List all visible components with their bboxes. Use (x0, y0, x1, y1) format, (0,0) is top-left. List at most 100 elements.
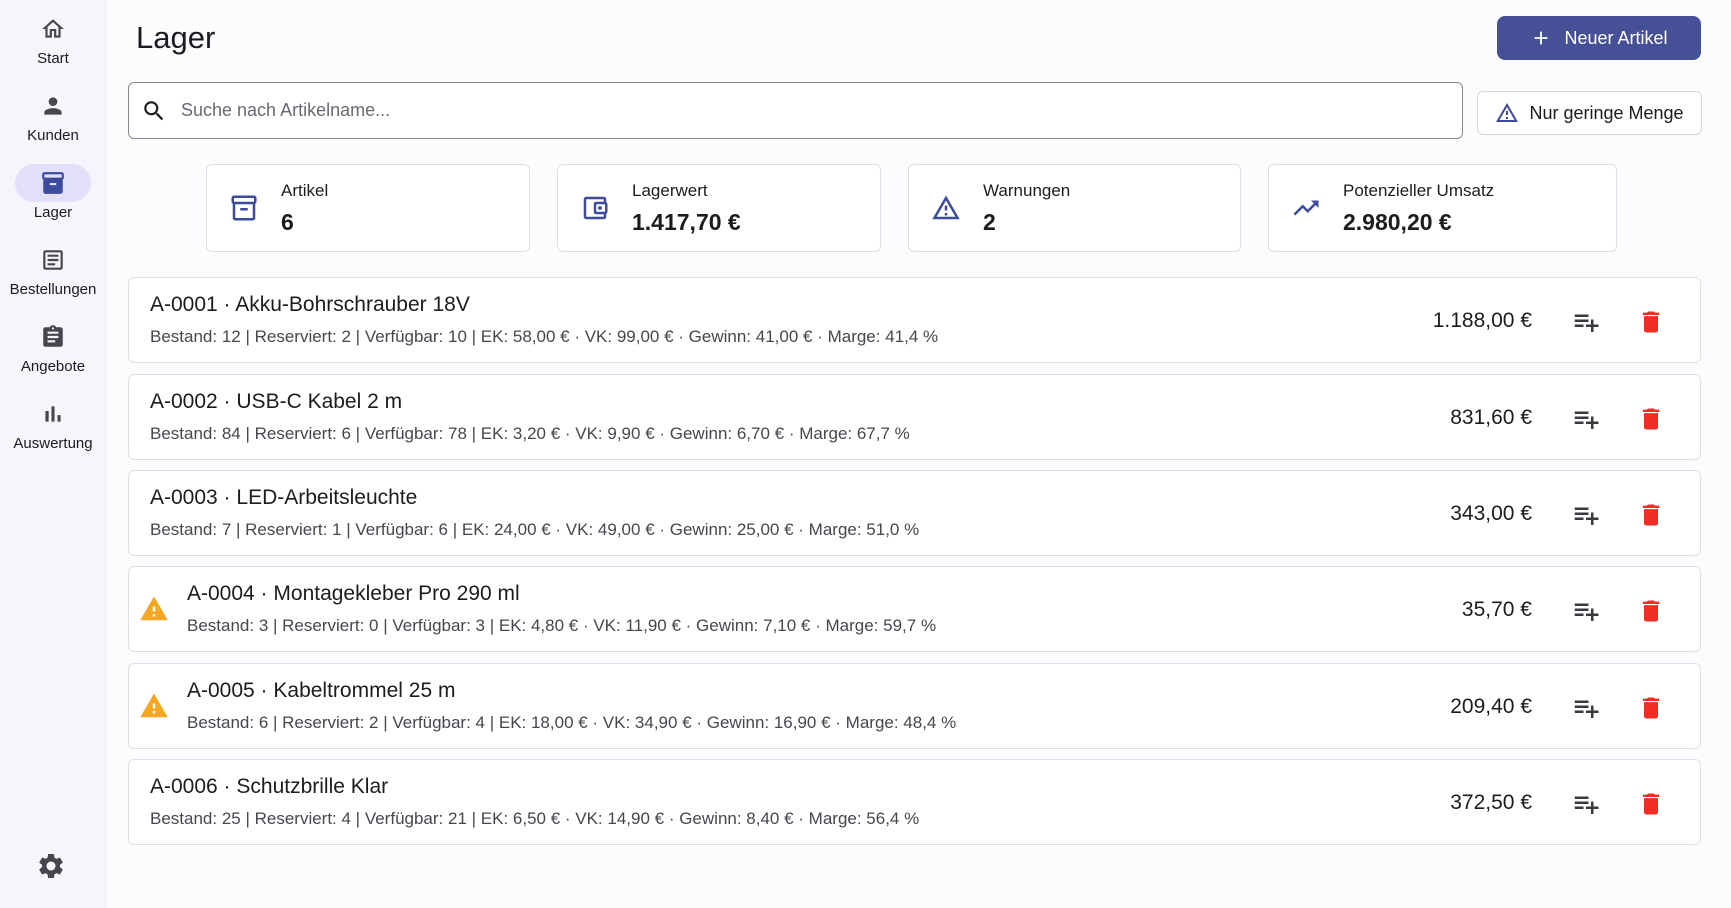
article-title: A-0001 · Akku-Bohrschrauber 18V (150, 293, 470, 317)
stat-value: 6 (281, 208, 294, 235)
article-name: Montagekleber Pro 290 ml (273, 582, 520, 605)
add-to-list-icon[interactable] (1569, 305, 1603, 339)
article-name: LED-Arbeitsleuchte (236, 486, 418, 509)
title-separator: · (217, 390, 237, 413)
article-meta: Bestand: 3 | Reserviert: 0 | Verfügbar: … (187, 616, 937, 635)
sidebar-item-label: Start (37, 50, 69, 67)
article-row[interactable]: A-0002 · USB-C Kabel 2 m Bestand: 84 | Re… (128, 374, 1701, 460)
sidebar-item-label: Auswertung (13, 435, 93, 452)
title-separator: · (254, 582, 274, 605)
article-total: 1.188,00 € (1432, 309, 1532, 332)
sidebar-item-label: Angebote (20, 358, 86, 375)
title-separator: · (217, 293, 236, 316)
stat-value: 2 (983, 208, 996, 235)
delete-icon[interactable] (1634, 402, 1668, 436)
article-name: USB-C Kabel 2 m (236, 390, 403, 413)
receipt-icon (15, 241, 91, 279)
title-separator: · (254, 679, 274, 702)
warning-icon (139, 691, 169, 721)
article-title: A-0006 · Schutzbrille Klar (150, 775, 388, 799)
sidebar-item-auswertung[interactable]: Auswertung (0, 395, 106, 465)
stat-label: Artikel (281, 180, 329, 200)
add-to-list-icon[interactable] (1569, 498, 1603, 532)
sidebar-item-lager[interactable]: Lager (0, 164, 106, 234)
warning-icon (139, 594, 169, 624)
home-icon (15, 10, 91, 48)
app-window: Start Kunden Lager Bestellungen Angebote (0, 0, 1731, 908)
article-row[interactable]: A-0004 · Montagekleber Pro 290 ml Bestand… (128, 566, 1701, 652)
stat-value: 1.417,70 € (632, 208, 741, 235)
trending-up-icon (1291, 193, 1321, 223)
sidebar-item-bestellungen[interactable]: Bestellungen (0, 241, 106, 311)
article-total: 831,60 € (1450, 406, 1532, 429)
title-separator: · (217, 775, 237, 798)
low-stock-filter-button[interactable]: Nur geringe Menge (1477, 91, 1702, 135)
article-id: A-0002 (150, 390, 218, 413)
article-title: A-0002 · USB-C Kabel 2 m (150, 390, 402, 414)
sidebar-item-label: Bestellungen (9, 281, 97, 298)
delete-icon[interactable] (1634, 787, 1668, 821)
article-id: A-0001 (150, 293, 218, 316)
stat-card-warnings: Warnungen 2 (908, 164, 1241, 252)
article-title: A-0004 · Montagekleber Pro 290 ml (187, 582, 520, 606)
person-icon (15, 87, 91, 125)
stat-value: 2.980,20 € (1343, 208, 1452, 235)
article-row[interactable]: A-0001 · Akku-Bohrschrauber 18V Bestand: … (128, 277, 1701, 363)
sidebar-item-start[interactable]: Start (0, 10, 106, 80)
article-meta: Bestand: 6 | Reserviert: 2 | Verfügbar: … (187, 713, 957, 732)
add-to-list-icon[interactable] (1569, 787, 1603, 821)
article-id: A-0004 (187, 582, 255, 605)
delete-icon[interactable] (1634, 691, 1668, 725)
plus-icon (1535, 31, 1548, 45)
sidebar-item-label: Lager (33, 204, 73, 221)
inventory-icon (15, 164, 91, 202)
article-title: A-0003 · LED-Arbeitsleuchte (150, 486, 417, 510)
article-id: A-0006 (150, 775, 218, 798)
add-to-list-icon[interactable] (1569, 402, 1603, 436)
article-meta: Bestand: 12 | Reserviert: 2 | Verfügbar:… (150, 327, 939, 346)
article-total: 209,40 € (1450, 695, 1532, 718)
delete-icon[interactable] (1634, 305, 1668, 339)
stat-label: Potenzieller Umsatz (1343, 180, 1495, 200)
stat-label: Lagerwert (632, 180, 708, 200)
clipboard-icon (15, 318, 91, 356)
article-total: 343,00 € (1450, 502, 1532, 525)
article-row[interactable]: A-0003 · LED-Arbeitsleuchte Bestand: 7 | … (128, 470, 1701, 556)
search-input[interactable] (181, 100, 1431, 121)
search-icon (144, 100, 164, 120)
search-field[interactable] (128, 82, 1463, 139)
article-row[interactable]: A-0006 · Schutzbrille Klar Bestand: 25 | … (128, 759, 1701, 845)
warning-icon (1496, 103, 1519, 122)
stat-card-articles: Artikel 6 (206, 164, 530, 252)
add-to-list-icon[interactable] (1569, 691, 1603, 725)
bar-chart-icon (15, 395, 91, 433)
wallet-icon (580, 193, 610, 223)
delete-icon[interactable] (1634, 594, 1668, 628)
stat-card-stock-value: Lagerwert 1.417,70 € (557, 164, 881, 252)
article-name: Akku-Bohrschrauber 18V (235, 293, 470, 316)
new-article-button[interactable]: Neuer Artikel (1497, 16, 1701, 60)
low-stock-filter-label: Nur geringe Menge (1529, 102, 1684, 123)
article-row[interactable]: A-0005 · Kabeltrommel 25 m Bestand: 6 | R… (128, 663, 1701, 749)
title-separator: · (217, 486, 237, 509)
article-title: A-0005 · Kabeltrommel 25 m (187, 679, 455, 703)
article-id: A-0005 (187, 679, 255, 702)
article-meta: Bestand: 84 | Reserviert: 6 | Verfügbar:… (150, 424, 910, 443)
inventory-icon (229, 193, 259, 223)
article-meta: Bestand: 7 | Reserviert: 1 | Verfügbar: … (150, 520, 920, 539)
warning-icon (931, 193, 961, 223)
sidebar-item-angebote[interactable]: Angebote (0, 318, 106, 388)
new-article-label: Neuer Artikel (1564, 27, 1668, 48)
article-meta: Bestand: 25 | Reserviert: 4 | Verfügbar:… (150, 809, 920, 828)
sidebar-item-label: Kunden (27, 127, 79, 144)
gear-icon[interactable] (34, 849, 68, 883)
stat-label: Warnungen (983, 180, 1071, 200)
article-name: Schutzbrille Klar (236, 775, 389, 798)
add-to-list-icon[interactable] (1569, 594, 1603, 628)
delete-icon[interactable] (1634, 498, 1668, 532)
sidebar: Start Kunden Lager Bestellungen Angebote (0, 0, 106, 908)
article-name: Kabeltrommel 25 m (273, 679, 456, 702)
article-id: A-0003 (150, 486, 218, 509)
stat-card-potential-revenue: Potenzieller Umsatz 2.980,20 € (1268, 164, 1617, 252)
sidebar-item-kunden[interactable]: Kunden (0, 87, 106, 157)
